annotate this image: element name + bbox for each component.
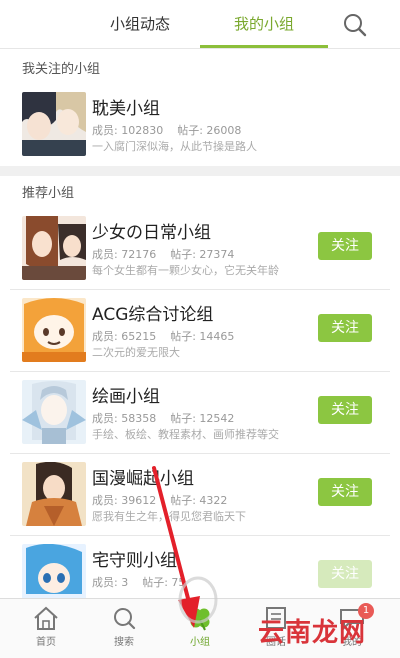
group-name: 宅守则小组 bbox=[92, 551, 177, 571]
followed-group-row[interactable]: 耽美小组 成员: 102830 帖子: 26008 一入腐门深似海，从此节操是路人 bbox=[0, 84, 400, 166]
group-description: 一入腐门深似海，从此节操是路人 bbox=[92, 140, 257, 153]
post-count: 帖子: 26008 bbox=[177, 124, 242, 137]
group-description: 手绘、板绘、教程素材、画师推荐等交 bbox=[92, 428, 279, 441]
member-count: 成员: 102830 bbox=[92, 124, 164, 137]
group-avatar bbox=[22, 298, 86, 362]
clover-icon bbox=[190, 608, 210, 631]
follow-button[interactable]: 关注 bbox=[318, 396, 372, 424]
member-count: 成员: 58358 bbox=[92, 412, 157, 425]
tab-group-feed[interactable]: 小组动态 bbox=[80, 0, 200, 48]
group-description: 二次元的爱无限大 bbox=[92, 346, 180, 359]
group-description: 每个女生都有一颗少女心，它无关年龄 bbox=[92, 264, 279, 277]
nav-label: 搜索 bbox=[114, 637, 134, 648]
group-stats: 成员: 102830 帖子: 26008 bbox=[92, 122, 241, 138]
group-stats: 成员: 58358 帖子: 12542 bbox=[92, 410, 234, 426]
group-name: 绘画小组 bbox=[92, 387, 160, 407]
group-description: 愿我有生之年，得见您君临天下 bbox=[92, 510, 246, 523]
group-avatar bbox=[22, 380, 86, 444]
search-icon[interactable] bbox=[338, 8, 372, 42]
member-count: 成员: 39612 bbox=[92, 494, 157, 507]
member-count: 成员: 65215 bbox=[92, 330, 157, 343]
nav-label: 首页 bbox=[36, 637, 56, 648]
recommended-section-title: 推荐小组 bbox=[22, 186, 75, 201]
recommended-group-row[interactable]: ACG综合讨论组 成员: 65215 帖子: 14465 二次元的爱无限大 关注 bbox=[0, 290, 400, 372]
group-stats: 成员: 39612 帖子: 4322 bbox=[92, 492, 227, 508]
group-stats: 成员: 72176 帖子: 27374 bbox=[92, 246, 234, 262]
tab-my-groups[interactable]: 我的小组 bbox=[200, 0, 328, 48]
nav-label: 小组 bbox=[190, 637, 210, 648]
group-avatar bbox=[22, 92, 86, 156]
recommended-group-row[interactable]: 绘画小组 成员: 58358 帖子: 12542 手绘、板绘、教程素材、画师推荐等… bbox=[0, 372, 400, 454]
recommended-group-row[interactable]: 少女の日常小组 成员: 72176 帖子: 27374 每个女生都有一颗少女心，它… bbox=[0, 208, 400, 290]
group-stats: 成员: 3 帖子: 75 bbox=[92, 574, 185, 590]
group-stats: 成员: 65215 帖子: 14465 bbox=[92, 328, 234, 344]
group-name: 国漫崛起小组 bbox=[92, 469, 194, 489]
group-avatar bbox=[22, 462, 86, 526]
post-count: 帖子: 27374 bbox=[170, 248, 235, 261]
nav-search[interactable]: 搜索 bbox=[94, 605, 154, 655]
home-icon bbox=[34, 606, 58, 630]
top-tab-bar: 小组动态 我的小组 bbox=[0, 0, 400, 49]
post-count: 帖子: 75 bbox=[142, 576, 186, 589]
post-count: 帖子: 12542 bbox=[170, 412, 235, 425]
group-name: ACG综合讨论组 bbox=[92, 305, 214, 325]
nav-home[interactable]: 首页 bbox=[16, 605, 76, 655]
follow-button[interactable]: 关注 bbox=[318, 232, 372, 260]
follow-button[interactable]: 关注 bbox=[318, 478, 372, 506]
post-count: 帖子: 14465 bbox=[170, 330, 235, 343]
watermark: 云南龙网 bbox=[258, 618, 367, 648]
group-name: 少女の日常小组 bbox=[92, 223, 211, 243]
post-count: 帖子: 4322 bbox=[170, 494, 228, 507]
recommended-group-row[interactable]: 国漫崛起小组 成员: 39612 帖子: 4322 愿我有生之年，得见您君临天下 … bbox=[0, 454, 400, 536]
nav-groups[interactable]: 小组 bbox=[170, 605, 230, 655]
group-name: 耽美小组 bbox=[92, 99, 160, 119]
section-divider bbox=[0, 166, 400, 176]
follow-button[interactable]: 关注 bbox=[318, 314, 372, 342]
follow-button[interactable]: 关注 bbox=[318, 560, 372, 588]
member-count: 成员: 72176 bbox=[92, 248, 157, 261]
followed-section-title: 我关注的小组 bbox=[22, 62, 101, 77]
member-count: 成员: 3 bbox=[92, 576, 129, 589]
group-avatar bbox=[22, 216, 86, 280]
search-icon bbox=[114, 608, 136, 630]
